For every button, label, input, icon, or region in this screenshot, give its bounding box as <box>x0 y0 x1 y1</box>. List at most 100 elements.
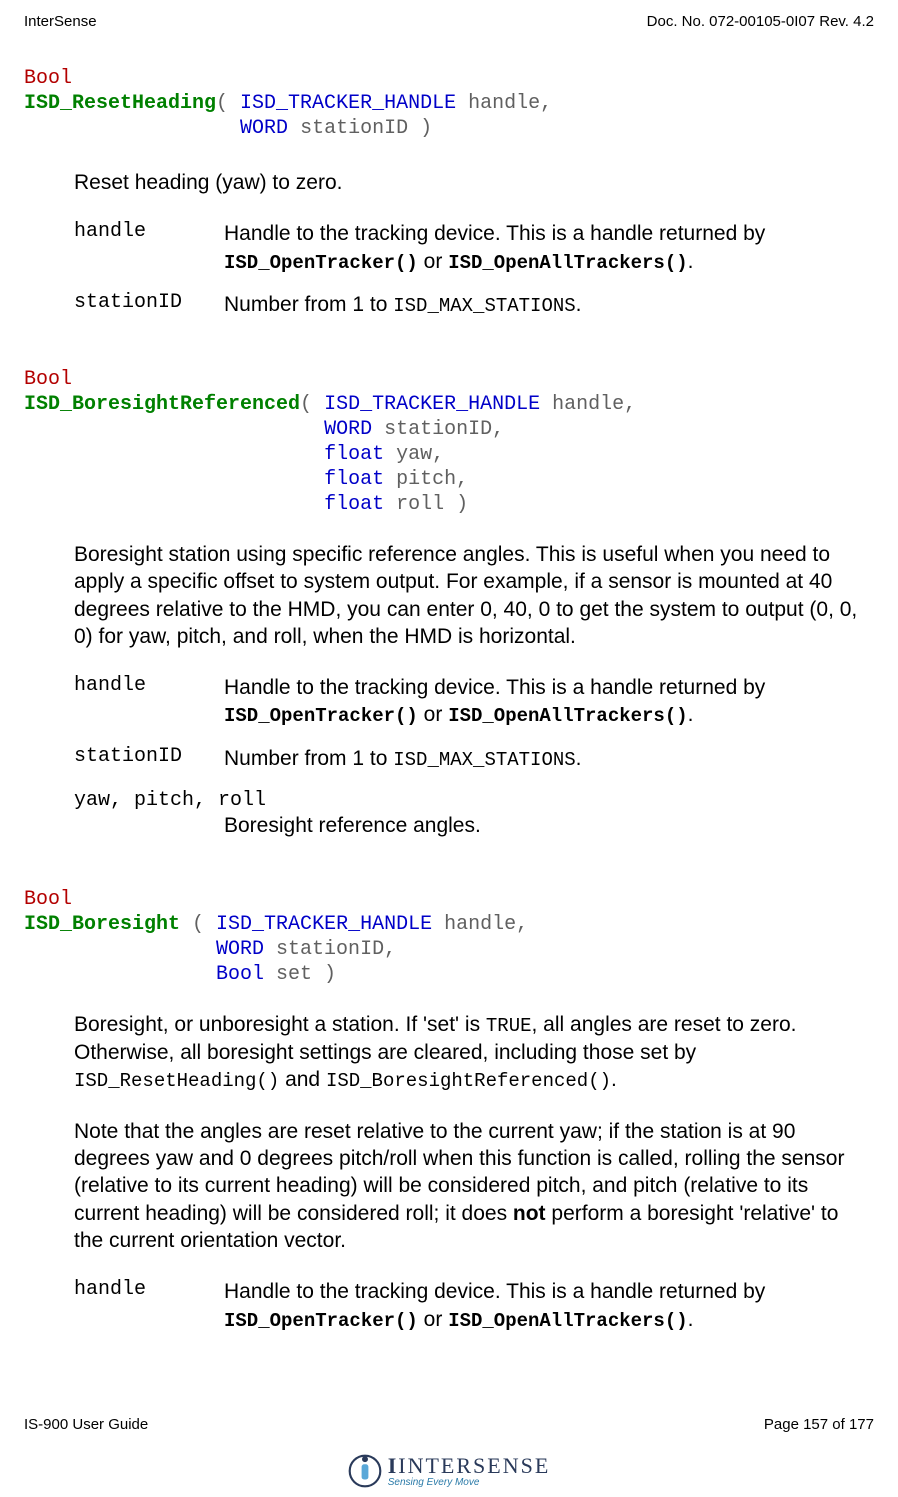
fn2-name: ISD_BoresightReferenced <box>24 393 300 416</box>
fn3-signature: Bool ISD_Boresight ( ISD_TRACKER_HANDLE … <box>24 887 874 987</box>
t: float <box>324 493 384 516</box>
logo-name-text: INTERSENSE <box>398 1453 550 1478</box>
fn1-param-station: stationID Number from 1 to ISD_MAX_STATI… <box>74 291 869 319</box>
fn1-a1: handle, <box>456 92 552 115</box>
param-desc: Handle to the tracking device. This is a… <box>224 220 869 275</box>
fn3-desc1: Boresight, or unboresight a station. If … <box>74 1011 869 1094</box>
fn1-a2: stationID ) <box>288 117 432 140</box>
t: Handle to the tracking device. This is a… <box>224 676 765 699</box>
a: set ) <box>264 963 336 986</box>
param-desc: Handle to the tracking device. This is a… <box>224 674 869 729</box>
t: float <box>324 443 384 466</box>
t: . <box>611 1068 617 1091</box>
fn1-desc: Reset heading (yaw) to zero. <box>74 169 869 196</box>
mono: TRUE <box>486 1015 532 1037</box>
t: . <box>576 293 582 316</box>
fn3-desc2: Note that the angles are reset relative … <box>74 1118 869 1254</box>
fn1-param-handle: handle Handle to the tracking device. Th… <box>74 220 869 275</box>
fn1-name: ISD_ResetHeading <box>24 92 216 115</box>
fn2-param-handle: handle Handle to the tracking device. Th… <box>74 674 869 729</box>
t: ISD_TRACKER_HANDLE <box>324 393 540 416</box>
param-desc: Boresight reference angles. <box>224 812 869 839</box>
mono: ISD_BoresightReferenced() <box>326 1070 611 1092</box>
param-name: handle <box>74 1278 224 1301</box>
header-right: Doc. No. 072-00105-0I07 Rev. 4.2 <box>647 13 874 30</box>
t: float <box>324 468 384 491</box>
page: InterSense Doc. No. 072-00105-0I07 Rev. … <box>0 0 898 1497</box>
footer-row: IS-900 User Guide Page 157 of 177 <box>24 1416 874 1433</box>
mono: ISD_MAX_STATIONS <box>393 749 575 771</box>
a: stationID, <box>372 418 504 441</box>
footer-left: IS-900 User Guide <box>24 1416 148 1433</box>
logo-text: IINTERSENSE Sensing Every Move <box>388 1455 551 1488</box>
t: Bool <box>216 963 264 986</box>
a: handle, <box>432 913 528 936</box>
fn2-params: handle Handle to the tracking device. Th… <box>74 674 869 839</box>
param-name: handle <box>74 220 224 243</box>
t: . <box>688 250 694 273</box>
bold-not: not <box>513 1202 546 1225</box>
t: . <box>576 747 582 770</box>
param-name: stationID <box>74 745 224 768</box>
t: or <box>418 250 448 273</box>
t: ISD_TRACKER_HANDLE <box>216 913 432 936</box>
fn1-params: handle Handle to the tracking device. Th… <box>74 220 869 319</box>
fn2-param-ypr: yaw, pitch, roll Boresight reference ang… <box>74 789 869 839</box>
fn3-ret: Bool <box>24 888 72 911</box>
logo: IINTERSENSE Sensing Every Move <box>0 1454 898 1493</box>
fn2-desc: Boresight station using specific referen… <box>74 541 869 650</box>
pad <box>24 468 324 491</box>
fn1-pad <box>24 117 240 140</box>
p: ( <box>180 913 216 936</box>
t: Handle to the tracking device. This is a… <box>224 222 765 245</box>
mono: ISD_OpenTracker() <box>224 1310 418 1332</box>
fn3-param-handle: handle Handle to the tracking device. Th… <box>74 1278 869 1333</box>
mono: ISD_ResetHeading() <box>74 1070 279 1092</box>
header-row: InterSense Doc. No. 072-00105-0I07 Rev. … <box>24 13 874 30</box>
param-name: handle <box>74 674 224 697</box>
pad <box>24 418 324 441</box>
mono: ISD_OpenAllTrackers() <box>448 252 687 274</box>
fn1-ret: Bool <box>24 67 72 90</box>
param-name: stationID <box>74 291 224 314</box>
t: . <box>688 703 694 726</box>
pad <box>24 938 216 961</box>
p: ( <box>300 393 324 416</box>
t: WORD <box>216 938 264 961</box>
t: Boresight, or unboresight a station. If … <box>74 1013 486 1036</box>
footer-right: Page 157 of 177 <box>764 1416 874 1433</box>
t: or <box>418 703 448 726</box>
fn3-params: handle Handle to the tracking device. Th… <box>74 1278 869 1333</box>
a: stationID, <box>264 938 396 961</box>
pad <box>24 963 216 986</box>
mono: ISD_OpenAllTrackers() <box>448 1310 687 1332</box>
fn2-ret: Bool <box>24 368 72 391</box>
t: Number from 1 to <box>224 293 393 316</box>
t: and <box>279 1068 326 1091</box>
mono: ISD_MAX_STATIONS <box>393 295 575 317</box>
logo-name: IINTERSENSE <box>388 1455 551 1477</box>
mono: ISD_OpenTracker() <box>224 252 418 274</box>
fn1-signature: Bool ISD_ResetHeading( ISD_TRACKER_HANDL… <box>24 66 874 141</box>
mono: ISD_OpenTracker() <box>224 705 418 727</box>
fn1-p1: ( <box>216 92 240 115</box>
logo-icon <box>348 1454 382 1488</box>
fn1-t2: WORD <box>240 117 288 140</box>
header-left: InterSense <box>24 13 97 30</box>
fn2-param-station: stationID Number from 1 to ISD_MAX_STATI… <box>74 745 869 773</box>
t: Number from 1 to <box>224 747 393 770</box>
t: or <box>418 1308 448 1331</box>
logo-tagline: Sensing Every Move <box>388 1478 480 1488</box>
a: handle, <box>540 393 636 416</box>
fn1-t1: ISD_TRACKER_HANDLE <box>240 92 456 115</box>
param-desc: Handle to the tracking device. This is a… <box>224 1278 869 1333</box>
pad <box>24 493 324 516</box>
param-desc: Number from 1 to ISD_MAX_STATIONS. <box>224 745 869 773</box>
t: . <box>688 1308 694 1331</box>
a: yaw, <box>384 443 444 466</box>
fn3-name: ISD_Boresight <box>24 913 180 936</box>
param-desc: Number from 1 to ISD_MAX_STATIONS. <box>224 291 869 319</box>
fn2-signature: Bool ISD_BoresightReferenced( ISD_TRACKE… <box>24 367 874 517</box>
param-name: yaw, pitch, roll <box>74 789 869 812</box>
pad <box>24 443 324 466</box>
